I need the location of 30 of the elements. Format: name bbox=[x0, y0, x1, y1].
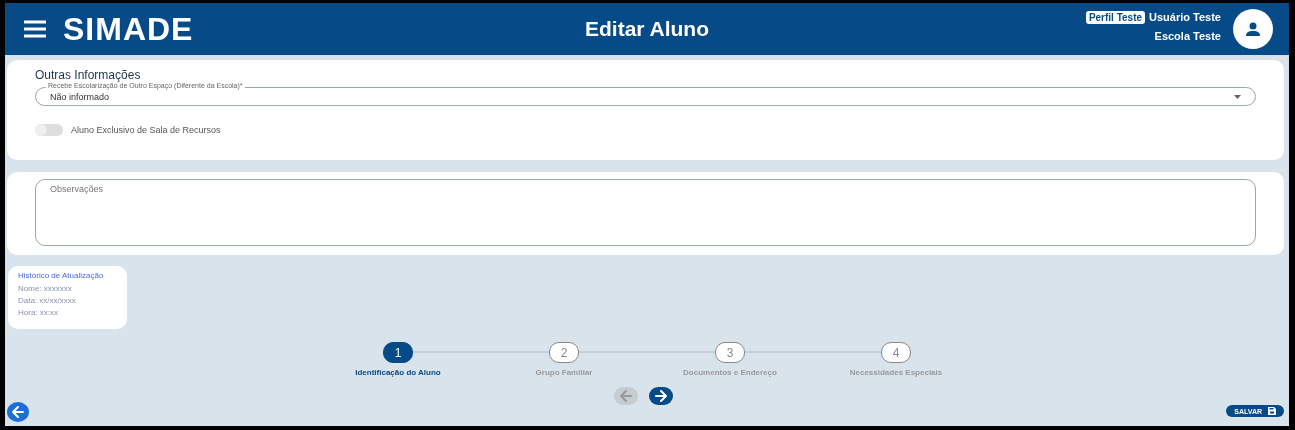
person-icon bbox=[1245, 21, 1261, 37]
history-title: Histórico de Atualização bbox=[18, 271, 105, 280]
history-line: Data: xx/xx/xxxx bbox=[18, 296, 77, 305]
brand-logo: SIMADE bbox=[63, 10, 194, 48]
back-button[interactable] bbox=[7, 402, 29, 422]
menu-icon[interactable] bbox=[23, 20, 47, 38]
step-label[interactable]: Identificação do Aluno bbox=[355, 368, 441, 377]
step-label[interactable]: Necessidades Especiais bbox=[849, 368, 943, 377]
history-line: Nome: xxxxxxx bbox=[18, 284, 73, 293]
left-arrow-icon bbox=[11, 405, 25, 419]
toggle-label: Aluno Exclusivo de Sala de Recursos bbox=[71, 125, 221, 135]
avatar-button[interactable] bbox=[1233, 9, 1273, 49]
history-line: Hora: xx:xx bbox=[18, 308, 59, 317]
school-name: Escola Teste bbox=[1154, 29, 1221, 42]
section-heading: Outras Informações bbox=[35, 68, 142, 82]
step-label[interactable]: Documentos e Endereço bbox=[683, 368, 777, 377]
left-arrow-icon bbox=[618, 389, 633, 403]
toggle-switch[interactable] bbox=[35, 124, 63, 136]
profile-badge: Perfil Teste bbox=[1085, 10, 1146, 24]
user-name: Usuário Teste bbox=[1149, 11, 1221, 23]
observations-field[interactable]: Observações bbox=[35, 179, 1256, 246]
right-arrow-icon bbox=[653, 389, 668, 403]
step-label[interactable]: Grupo Familiar bbox=[535, 368, 593, 377]
step-number[interactable]: 2 bbox=[549, 342, 579, 363]
step-number[interactable]: 4 bbox=[881, 342, 911, 363]
step-number[interactable]: 1 bbox=[383, 342, 413, 363]
next-button[interactable] bbox=[648, 387, 673, 405]
page-title: Editar Aluno bbox=[584, 17, 710, 40]
caret-icon bbox=[1234, 94, 1241, 99]
step-number[interactable]: 3 bbox=[715, 342, 745, 363]
